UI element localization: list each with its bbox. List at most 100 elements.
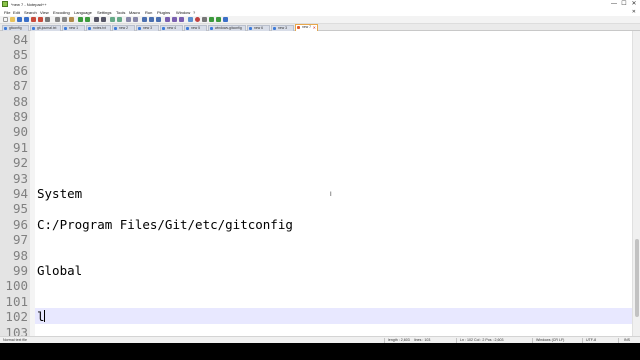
close-document-icon[interactable]: ✕: [632, 9, 636, 16]
sync-horizontal-icon[interactable]: [133, 17, 138, 22]
line-number: 85: [12, 47, 28, 63]
editor-area[interactable]: 84 85 86 87 88 89 90 91 92 93 94 System 95 96 C:/Progr…: [0, 31, 640, 336]
file-icon: [114, 27, 117, 30]
line-number: 88: [12, 93, 28, 109]
undo-icon[interactable]: [78, 17, 83, 22]
close-button[interactable]: ✕: [628, 0, 640, 8]
document-map-icon[interactable]: [172, 17, 177, 22]
file-icon: [64, 27, 67, 30]
find-icon[interactable]: [94, 17, 99, 22]
record-macro-icon[interactable]: [195, 17, 200, 22]
line-number: 89: [12, 109, 28, 124]
menu-macro[interactable]: Macro: [129, 9, 140, 16]
editor-line[interactable]: 85: [0, 47, 632, 62]
menu-search[interactable]: Search: [24, 9, 37, 16]
line-number: 95: [12, 201, 28, 217]
editor-line[interactable]: 96 C:/Program Files/Git/etc/gitconfig: [0, 217, 632, 232]
editor-line[interactable]: 99 Global: [0, 263, 632, 278]
udl-icon[interactable]: [165, 17, 170, 22]
editor-line[interactable]: 90: [0, 124, 632, 139]
menu-view[interactable]: View: [40, 9, 49, 16]
close-file-icon[interactable]: [31, 17, 36, 22]
print-icon[interactable]: [45, 17, 50, 22]
tab-label: new 3: [143, 26, 153, 30]
tab-label: git-journal.txt: [37, 26, 57, 30]
tab-new-7[interactable]: new 7 ✕: [295, 24, 318, 31]
paste-icon[interactable]: [69, 17, 74, 22]
status-bar: Normal text file length : 2,603 lines : …: [0, 336, 640, 343]
menu-edit[interactable]: Edit: [13, 9, 20, 16]
vertical-scrollbar[interactable]: [632, 31, 640, 336]
line-text[interactable]: C:/Program Files/Git/etc/gitconfig: [37, 217, 293, 232]
editor-line[interactable]: 102 l: [0, 309, 632, 324]
stop-recording-icon[interactable]: [202, 17, 207, 22]
line-number: 98: [12, 247, 28, 263]
status-position: Ln : 102 Col : 2 Pos : 2,603: [460, 338, 504, 342]
line-number: 102: [5, 309, 28, 325]
editor-line[interactable]: 92: [0, 155, 632, 170]
replace-icon[interactable]: [101, 17, 106, 22]
notepad-plus-plus-icon: [2, 1, 8, 7]
close-all-icon[interactable]: [38, 17, 43, 22]
line-number: 92: [12, 155, 28, 171]
function-list-icon[interactable]: [179, 17, 184, 22]
editor-line[interactable]: 86: [0, 63, 632, 78]
scrollbar-thumb[interactable]: [635, 239, 639, 317]
line-number: 100: [5, 278, 28, 294]
redo-icon[interactable]: [85, 17, 90, 22]
editor-line[interactable]: 95: [0, 201, 632, 216]
editor-line[interactable]: 97: [0, 232, 632, 247]
menu-language[interactable]: Language: [74, 9, 92, 16]
save-all-icon[interactable]: [24, 17, 29, 22]
menu-help[interactable]: ?: [193, 9, 195, 16]
show-all-chars-icon[interactable]: [149, 17, 154, 22]
editor-line[interactable]: 87: [0, 78, 632, 93]
zoom-in-icon[interactable]: [110, 17, 115, 22]
menu-plugins[interactable]: Plugins: [157, 9, 170, 16]
playback-icon[interactable]: [209, 17, 214, 22]
folder-as-workspace-icon[interactable]: [188, 17, 193, 22]
indent-guide-icon[interactable]: [156, 17, 161, 22]
editor-line[interactable]: 94 System: [0, 186, 632, 201]
save-macro-icon[interactable]: [223, 17, 228, 22]
line-number: 103: [5, 324, 28, 336]
run-macro-multiple-icon[interactable]: [216, 17, 221, 22]
menu-settings[interactable]: Settings: [97, 9, 111, 16]
tab-label: new 1: [69, 26, 79, 30]
text-cursor-icon: I: [330, 192, 332, 198]
editor-line[interactable]: 103: [0, 325, 632, 336]
menu-tools[interactable]: Tools: [116, 9, 125, 16]
editor-line[interactable]: 98: [0, 248, 632, 263]
tab-bar: gitconfig git-journal.txt new 1 notes.tx…: [0, 24, 640, 31]
editor-line[interactable]: 91: [0, 140, 632, 155]
editor-line[interactable]: 89: [0, 109, 632, 124]
tab-close-icon[interactable]: ✕: [313, 25, 316, 30]
word-wrap-icon[interactable]: [142, 17, 147, 22]
editor-line[interactable]: 93: [0, 171, 632, 186]
editor-line[interactable]: 84: [0, 32, 632, 47]
line-number: 84: [12, 32, 28, 47]
line-number: 91: [12, 139, 28, 155]
copy-icon[interactable]: [62, 17, 67, 22]
cut-icon[interactable]: [55, 17, 60, 22]
status-length: length : 2,603: [388, 338, 410, 342]
editor-line[interactable]: 100: [0, 278, 632, 293]
editor-line[interactable]: 101: [0, 294, 632, 309]
new-file-icon[interactable]: [3, 17, 8, 22]
menu-file[interactable]: File: [4, 9, 10, 16]
line-text[interactable]: System: [37, 186, 82, 201]
line-number: 86: [12, 62, 28, 78]
zoom-out-icon[interactable]: [117, 17, 122, 22]
sync-vertical-icon[interactable]: [126, 17, 131, 22]
file-icon: [4, 27, 7, 30]
line-text[interactable]: Global: [37, 263, 82, 278]
line-number: 99: [12, 263, 28, 278]
open-file-icon[interactable]: [10, 17, 15, 22]
menu-bar: File Edit Search View Encoding Language …: [0, 9, 640, 16]
menu-encoding[interactable]: Encoding: [53, 9, 70, 16]
menu-window[interactable]: Window: [176, 9, 190, 16]
editor-line[interactable]: 88: [0, 94, 632, 109]
menu-run[interactable]: Run: [145, 9, 152, 16]
text-caret: [44, 310, 45, 322]
save-icon[interactable]: [17, 17, 22, 22]
